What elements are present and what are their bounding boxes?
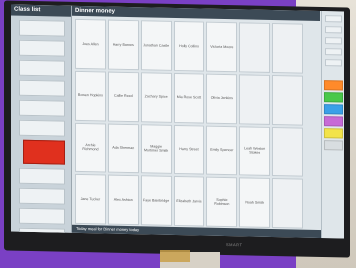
student-cell[interactable]: Harry Barnes — [107, 19, 139, 70]
class-item[interactable] — [19, 167, 65, 185]
student-cell[interactable]: Harry Street — [173, 124, 205, 175]
class-item[interactable] — [19, 227, 65, 239]
student-cell[interactable]: Maggie Mortimer Smith — [140, 123, 172, 175]
panel-item[interactable] — [325, 48, 342, 56]
meal-category-swatch[interactable] — [324, 128, 343, 139]
class-item[interactable] — [19, 39, 65, 57]
student-cell[interactable]: Victoria Moore — [206, 21, 238, 73]
student-cell[interactable]: Ada Sherman — [107, 123, 139, 174]
class-item[interactable] — [19, 79, 65, 97]
student-cell[interactable]: Joes Allen — [75, 18, 106, 70]
student-cell[interactable] — [239, 22, 271, 73]
student-cell[interactable]: Olivia Jenkins — [206, 73, 238, 124]
panel-item[interactable] — [325, 15, 342, 23]
student-cell[interactable]: Sophie Robinson — [206, 176, 238, 228]
student-cell[interactable] — [272, 22, 303, 74]
sticker — [160, 250, 190, 262]
panel-spacer — [322, 66, 344, 78]
student-cell[interactable]: Leah Weston Stokes — [239, 125, 271, 177]
student-cell[interactable] — [272, 74, 303, 126]
meal-category-swatch[interactable] — [324, 140, 343, 151]
meal-category-swatch[interactable] — [324, 104, 343, 115]
meal-category-swatch[interactable] — [324, 80, 343, 91]
meal-category-swatch[interactable] — [324, 116, 343, 127]
panel-item[interactable] — [325, 37, 342, 45]
name-grid: Joes Allen Harry Barnes Jonathan Castle Hol… — [75, 18, 303, 229]
student-cell[interactable]: Jane Tucker — [75, 174, 106, 225]
student-cell[interactable] — [272, 126, 303, 177]
student-cell[interactable] — [239, 74, 271, 125]
meal-category-swatch[interactable] — [324, 92, 343, 103]
student-cell[interactable]: Mia Rose Scott — [173, 72, 205, 124]
panel-item[interactable] — [325, 26, 342, 34]
monitor-brand: SMART — [226, 242, 243, 248]
class-list — [11, 16, 71, 239]
right-panel — [321, 11, 344, 239]
monitor: Class list Dinner money Joes Allen Harry … — [4, 0, 350, 258]
student-cell[interactable]: Emily Spencer — [206, 125, 238, 176]
sidebar-title: Class list — [11, 4, 71, 17]
student-cell[interactable]: Zachary Spice — [140, 71, 172, 123]
student-cell[interactable]: Bowen Hopkins — [75, 70, 106, 122]
student-cell[interactable]: Archie Richmond — [75, 122, 106, 173]
student-cell[interactable] — [272, 178, 303, 229]
class-item[interactable] — [19, 207, 65, 225]
main-area: Dinner money Joes Allen Harry Barnes Jonat… — [72, 5, 324, 239]
class-item[interactable] — [19, 19, 65, 37]
student-cell[interactable]: Holly Collins — [173, 20, 205, 72]
student-cell[interactable]: Jonathan Castle — [140, 20, 172, 71]
student-cell[interactable]: Elizabeth Jarvis — [173, 176, 205, 227]
class-item[interactable] — [19, 59, 65, 77]
student-cell[interactable]: Faye Bainbridge — [140, 175, 172, 226]
class-item[interactable] — [19, 187, 65, 205]
class-item[interactable] — [19, 119, 65, 137]
student-cell[interactable]: Callie Reed — [107, 71, 139, 122]
class-item-selected[interactable] — [23, 139, 65, 165]
class-list-sidebar: Class list — [11, 4, 72, 239]
class-item[interactable] — [19, 99, 65, 117]
student-cell[interactable]: Noah Smith — [239, 177, 271, 228]
student-cell[interactable]: Alex Ashton — [107, 174, 139, 226]
screen: Class list Dinner money Joes Allen Harry … — [11, 4, 344, 239]
